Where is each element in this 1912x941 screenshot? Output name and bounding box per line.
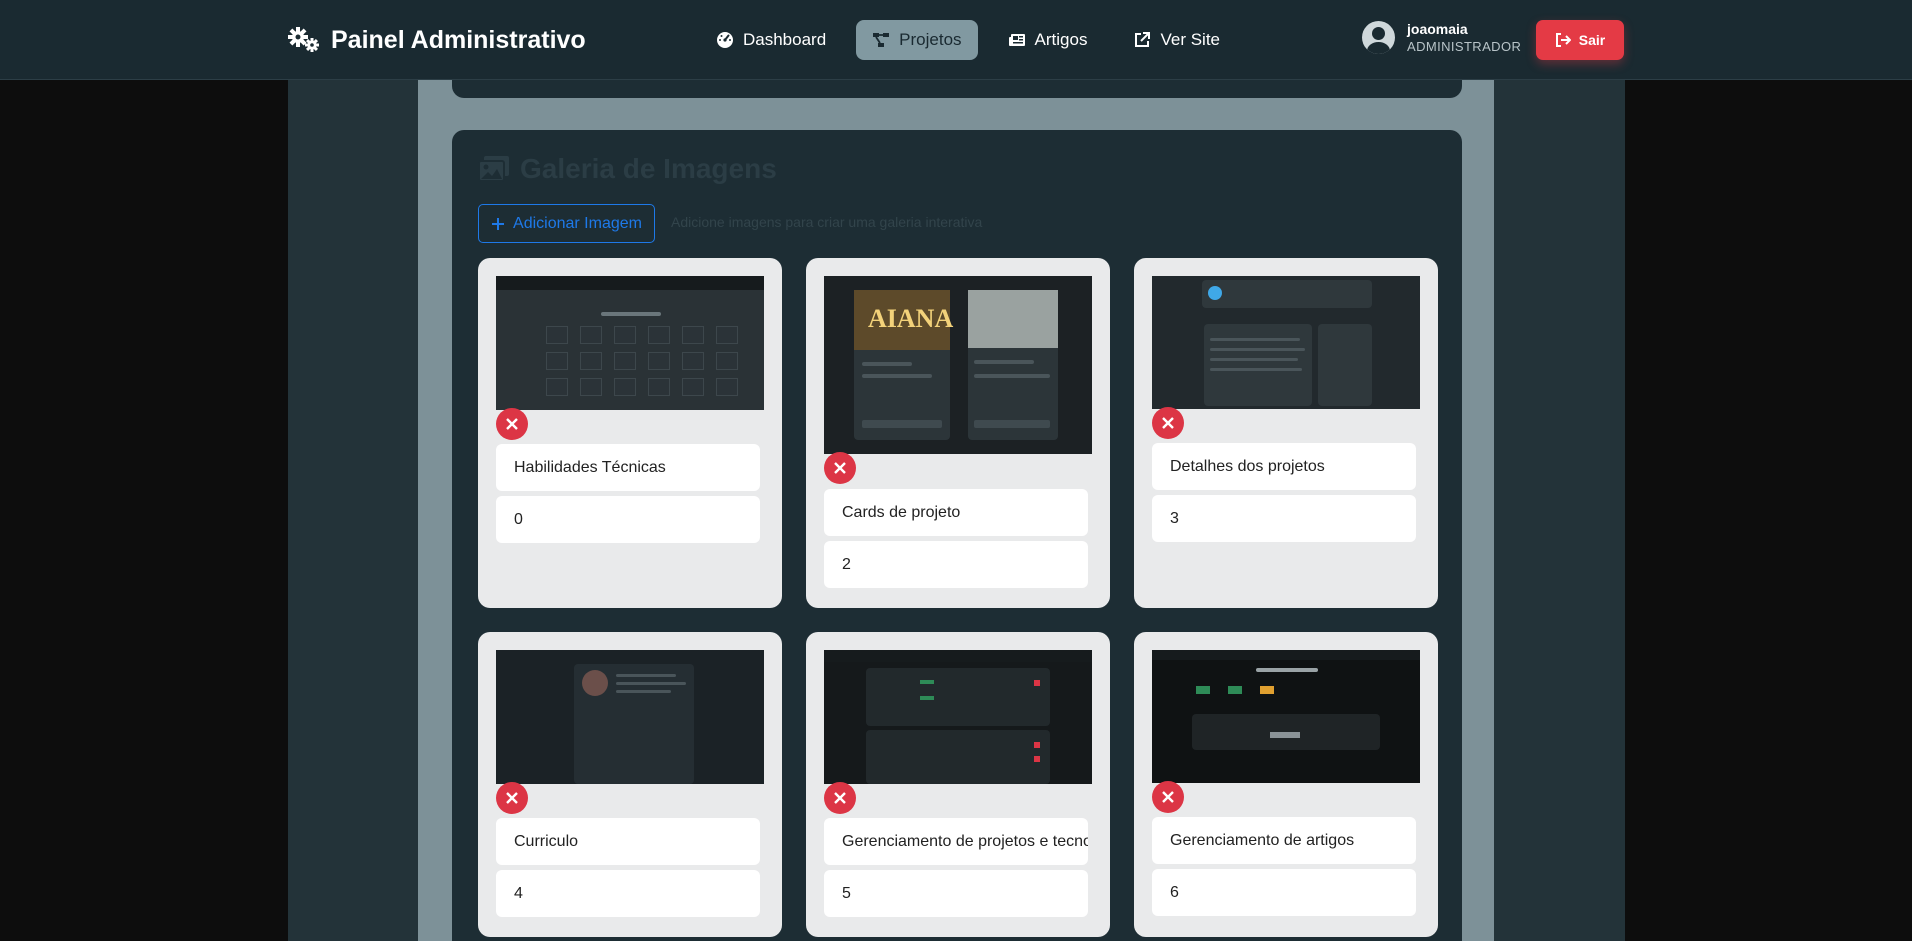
- gallery-item-thumbnail[interactable]: [496, 276, 764, 410]
- project-diagram-icon: [873, 33, 890, 47]
- user-info[interactable]: joaomaia ADMINISTRADOR: [1362, 21, 1521, 54]
- nav-projetos-label: Projetos: [899, 30, 962, 49]
- caption-input[interactable]: Cards de projeto: [824, 489, 1088, 536]
- images-icon: [478, 156, 509, 182]
- close-icon: [506, 792, 518, 804]
- user-role: ADMINISTRADOR: [1407, 39, 1522, 54]
- add-image-label: Adicionar Imagem: [513, 214, 642, 232]
- gallery-item: Detalhes dos projetos 3: [1134, 258, 1438, 608]
- gallery-help-text: Adicione imagens para criar uma galeria …: [671, 214, 983, 230]
- close-icon: [1162, 791, 1174, 803]
- order-input[interactable]: 6: [1152, 869, 1416, 916]
- logout-button[interactable]: Sair: [1536, 20, 1624, 60]
- delete-image-button[interactable]: [1152, 407, 1184, 439]
- logout-label: Sair: [1578, 32, 1606, 48]
- brand[interactable]: Painel Administrativo: [287, 25, 586, 55]
- delete-image-button[interactable]: [824, 452, 856, 484]
- add-image-button[interactable]: Adicionar Imagem: [478, 204, 655, 243]
- gallery-item-thumbnail[interactable]: [824, 650, 1092, 784]
- nav-ver-site-label: Ver Site: [1160, 30, 1221, 49]
- order-input[interactable]: 0: [496, 496, 760, 543]
- gallery-item-thumbnail[interactable]: AIANA: [824, 276, 1092, 454]
- delete-image-button[interactable]: [824, 782, 856, 814]
- gallery-item-thumbnail[interactable]: [496, 650, 764, 784]
- gallery-item: AIANA Cards de projeto 2: [806, 258, 1110, 608]
- nav-dashboard[interactable]: Dashboard: [700, 20, 842, 60]
- caption-input[interactable]: Habilidades Técnicas: [496, 444, 760, 491]
- caption-input[interactable]: Detalhes dos projetos: [1152, 443, 1416, 490]
- close-icon: [506, 418, 518, 430]
- close-icon: [834, 792, 846, 804]
- caption-input[interactable]: Gerenciamento de artigos: [1152, 817, 1416, 864]
- gallery-item-thumbnail[interactable]: [1152, 276, 1420, 409]
- gallery-item: Habilidades Técnicas 0: [478, 258, 782, 608]
- order-input[interactable]: 5: [824, 870, 1088, 917]
- cogs-icon: [288, 27, 319, 52]
- nav-artigos-label: Artigos: [1034, 30, 1088, 49]
- nav-artigos[interactable]: Artigos: [992, 20, 1104, 60]
- delete-image-button[interactable]: [496, 408, 528, 440]
- order-input[interactable]: 2: [824, 541, 1088, 588]
- close-icon: [834, 462, 846, 474]
- gauge-icon: [717, 32, 733, 48]
- close-icon: [1162, 417, 1174, 429]
- order-input[interactable]: 4: [496, 870, 760, 917]
- newspaper-icon: [1008, 34, 1025, 46]
- nav-dashboard-label: Dashboard: [743, 30, 827, 49]
- user-avatar-icon: [1362, 21, 1395, 54]
- gallery-title-text: Galeria de Imagens: [520, 153, 777, 184]
- nav-projetos[interactable]: Projetos: [856, 20, 978, 60]
- top-navbar: Painel Administrativo Dashboard Projetos: [0, 0, 1912, 80]
- caption-input[interactable]: Gerenciamento de projetos e tecnologias: [824, 818, 1088, 865]
- caption-input[interactable]: Curriculo: [496, 818, 760, 865]
- delete-image-button[interactable]: [1152, 781, 1184, 813]
- user-name: joaomaia: [1407, 21, 1468, 37]
- delete-image-button[interactable]: [496, 782, 528, 814]
- gallery-item: Gerenciamento de projetos e tecnologias …: [806, 632, 1110, 937]
- sign-out-icon: [1555, 33, 1571, 47]
- order-input[interactable]: 3: [1152, 495, 1416, 542]
- gallery-item: Curriculo 4: [478, 632, 782, 937]
- gallery-item-thumbnail[interactable]: [1152, 650, 1420, 783]
- main-nav: Dashboard Projetos Artigos Ver Site: [700, 20, 1236, 60]
- external-link-icon: [1135, 32, 1151, 47]
- plus-icon: [492, 217, 505, 230]
- nav-ver-site[interactable]: Ver Site: [1117, 20, 1236, 60]
- gallery-title: Galeria de Imagens: [478, 153, 777, 185]
- brand-title: Painel Administrativo: [331, 25, 586, 54]
- gallery-item: Gerenciamento de artigos 6: [1134, 632, 1438, 937]
